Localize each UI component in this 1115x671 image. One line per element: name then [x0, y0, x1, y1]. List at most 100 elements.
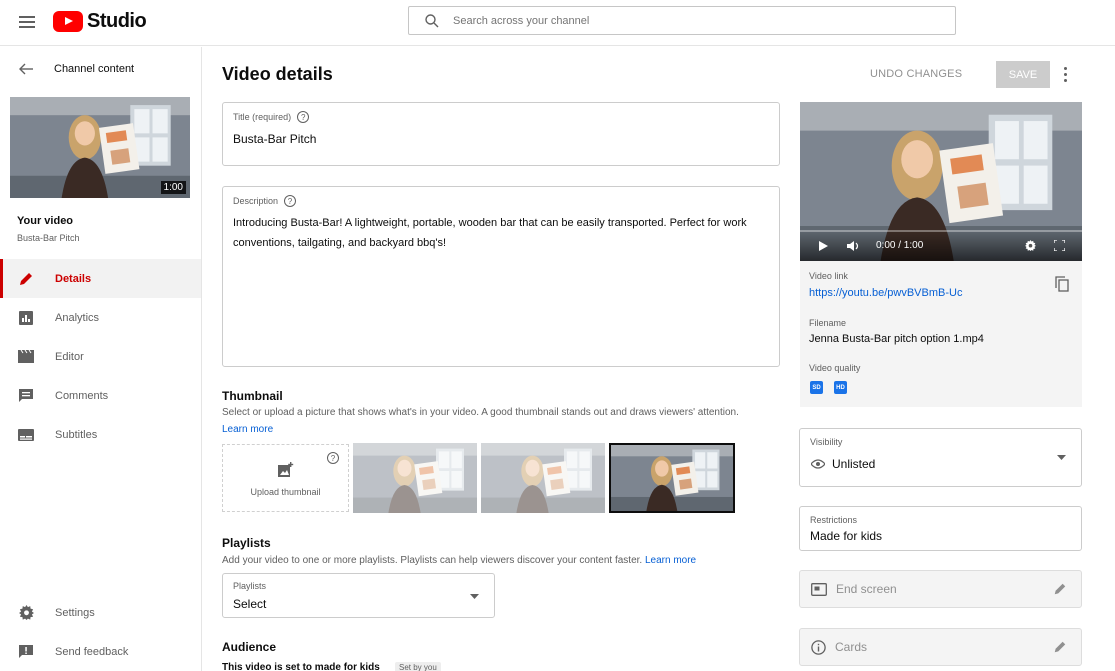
menu-icon[interactable] — [17, 13, 37, 33]
progress-bar[interactable] — [800, 230, 1082, 232]
cards-label: Cards — [835, 640, 868, 654]
search-input[interactable] — [453, 14, 933, 27]
description-field[interactable]: Description ? Introducing Busta-Bar! A l… — [222, 186, 780, 367]
restrictions-label: Restrictions — [810, 515, 858, 525]
fullscreen-icon[interactable] — [1054, 240, 1065, 251]
playlists-select-value: Select — [233, 597, 267, 611]
thumbnail-heading: Thumbnail — [222, 389, 283, 403]
undo-changes-button[interactable]: UNDO CHANGES — [870, 68, 962, 80]
upload-thumbnail-button[interactable]: ? Upload thumbnail — [222, 444, 349, 512]
description-field-label: Description — [233, 196, 279, 206]
eye-icon — [811, 459, 825, 469]
end-screen-label: End screen — [836, 582, 897, 596]
filename-label: Filename — [809, 318, 847, 328]
restrictions-field[interactable]: Restrictions Made for kids — [799, 506, 1082, 551]
help-icon[interactable]: ? — [327, 452, 339, 464]
title-field-label-row: Title (required) ? — [233, 111, 310, 123]
restrictions-value: Made for kids — [810, 529, 883, 543]
top-bar: Studio — [0, 0, 1115, 46]
comment-icon — [17, 387, 35, 405]
sidebar-item-analytics[interactable]: Analytics — [0, 298, 201, 337]
end-screen-button[interactable]: End screen — [799, 570, 1082, 608]
search-bar[interactable] — [408, 6, 956, 35]
clapperboard-icon — [17, 348, 35, 366]
sd-quality-badge: SD — [810, 381, 823, 394]
sidebar-item-editor[interactable]: Editor — [0, 337, 201, 376]
sidebar-item-settings[interactable]: Settings — [0, 593, 201, 632]
your-video-name: Busta-Bar Pitch — [17, 233, 80, 243]
pencil-icon — [17, 270, 35, 288]
sidebar-item-label: Editor — [55, 350, 84, 363]
playlists-learn-more-link[interactable]: Learn more — [645, 555, 696, 566]
dropdown-arrow-icon — [470, 594, 479, 599]
save-button[interactable]: SAVE — [996, 61, 1050, 88]
play-icon[interactable] — [819, 241, 828, 251]
sidebar-nav: Details Analytics Editor Comments Subtit… — [0, 259, 201, 454]
video-link[interactable]: https://youtu.be/pwvBVBmB-Uc — [809, 287, 962, 299]
sidebar-item-label: Send feedback — [55, 645, 129, 658]
visibility-value: Unlisted — [832, 457, 876, 471]
more-options-icon[interactable] — [1058, 65, 1072, 83]
your-video-label: Your video — [17, 215, 74, 227]
thumbnail-image — [353, 443, 477, 513]
arrow-back-icon — [19, 63, 33, 75]
sidebar-item-label: Details — [55, 272, 92, 285]
filename-value: Jenna Busta-Bar pitch option 1.mp4 — [809, 333, 984, 345]
thumbnail-learn-more-link[interactable]: Learn more — [222, 424, 273, 435]
thumbnail-option-1[interactable] — [353, 443, 477, 513]
playlists-select[interactable]: Playlists Select — [222, 573, 495, 618]
playlists-heading: Playlists — [222, 536, 271, 550]
cards-button[interactable]: Cards — [799, 628, 1082, 666]
sidebar-item-subtitles[interactable]: Subtitles — [0, 415, 201, 454]
pencil-icon[interactable] — [1053, 640, 1067, 654]
volume-icon[interactable] — [847, 241, 861, 251]
sidebar-item-comments[interactable]: Comments — [0, 376, 201, 415]
title-field[interactable]: Title (required) ? Busta-Bar Pitch — [222, 102, 780, 166]
info-icon — [811, 639, 826, 655]
gear-icon — [17, 604, 35, 622]
help-icon[interactable]: ? — [297, 111, 310, 123]
audience-heading: Audience — [222, 640, 277, 654]
copy-icon[interactable] — [1055, 276, 1069, 292]
playlists-description: Add your video to one or more playlists.… — [222, 555, 643, 566]
video-player[interactable]: 0:00 / 1:00 — [800, 102, 1082, 261]
sidebar-item-label: Analytics — [55, 311, 100, 324]
thumbnail-option-2[interactable] — [481, 443, 605, 513]
subtitles-icon — [17, 426, 35, 444]
back-to-channel-content[interactable]: Channel content — [18, 62, 134, 76]
analytics-icon — [17, 309, 35, 327]
player-time: 0:00 / 1:00 — [876, 240, 924, 251]
help-icon[interactable]: ? — [284, 195, 297, 207]
studio-logo[interactable]: Studio — [53, 9, 147, 33]
thumbnail-image — [611, 445, 733, 511]
youtube-play-icon — [53, 10, 83, 32]
visibility-label: Visibility — [810, 437, 843, 447]
video-link-label: Video link — [809, 271, 848, 281]
description-input[interactable]: Introducing Busta-Bar! A lightweight, po… — [233, 213, 769, 253]
set-by-you-badge: Set by you — [395, 662, 441, 671]
sidebar-item-details[interactable]: Details — [0, 259, 201, 298]
sidebar-item-send-feedback[interactable]: Send feedback — [0, 632, 201, 671]
video-quality-label: Video quality — [809, 363, 861, 373]
title-input[interactable]: Busta-Bar Pitch — [233, 129, 769, 149]
gear-icon[interactable] — [1025, 240, 1036, 251]
sidebar-video-thumbnail[interactable]: 1:00 — [10, 97, 190, 198]
pencil-icon[interactable] — [1053, 582, 1067, 596]
hd-quality-badge: HD — [834, 381, 847, 394]
sidebar-item-label: Settings — [55, 606, 95, 619]
thumbnail-description: Select or upload a picture that shows wh… — [222, 407, 739, 418]
thumbnail-option-3-selected[interactable] — [609, 443, 735, 513]
sidebar-bottom-nav: Settings Send feedback — [0, 593, 201, 671]
video-info-panel: Video link https://youtu.be/pwvBVBmB-Uc … — [800, 261, 1082, 407]
end-screen-icon — [811, 582, 827, 596]
playlists-description-row: Add your video to one or more playlists.… — [222, 555, 696, 566]
duration-badge: 1:00 — [160, 181, 186, 194]
page-title: Video details — [222, 64, 333, 84]
search-icon — [425, 13, 439, 27]
player-controls — [800, 231, 1082, 261]
dropdown-arrow-icon — [1057, 455, 1066, 460]
upload-thumbnail-label: Upload thumbnail — [250, 487, 321, 497]
logo-text: Studio — [87, 9, 147, 32]
audience-text: This video is set to made for kids — [222, 662, 380, 671]
visibility-select[interactable]: Visibility Unlisted — [799, 428, 1082, 487]
